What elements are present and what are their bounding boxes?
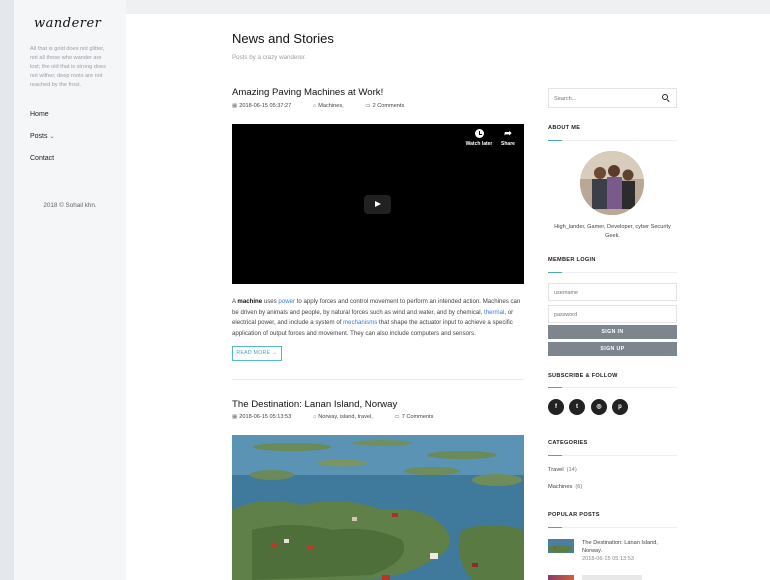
excerpt-bold: machine [237,298,263,305]
share-icon: ➦ [504,128,512,138]
popular-post-date: 2018-06-15 05:13:53 [582,556,634,562]
post-image-island[interactable] [232,435,524,580]
search-box[interactable] [548,88,677,108]
site-logo[interactable]: wanderer [34,16,101,31]
excerpt-text: uses [262,298,279,305]
island-photo [232,435,524,580]
nav-item-label: Posts [30,133,48,140]
excerpt-link-power[interactable]: power [278,298,295,305]
youtube-video[interactable]: Watch later ➦ Share [232,124,524,284]
search-input[interactable] [554,94,654,103]
copyright: 2018 © Sohail khn. [43,202,97,209]
instagram-icon[interactable]: ◎ [591,399,607,415]
post-date: ▦ 2018-06-15 05:37:27 [232,103,301,109]
site-tagline: All that is gold does not glitter, not a… [30,46,106,88]
popular-title: POPULAR POSTS [548,512,600,518]
post-tags[interactable]: ⌂ Machines, [313,103,354,109]
calendar-icon: ▦ [232,414,238,420]
popular-post-title[interactable]: The Destination: Lanan Island, Norway. [582,539,672,555]
post-title[interactable]: The Destination: Lanan Island, Norway [232,399,397,410]
post-date-text: 2018-06-15 05:13:53 [239,414,292,420]
chevron-down-icon: ⌄ [49,134,55,140]
login-title: MEMBER LOGIN [548,257,596,263]
twitter-icon[interactable]: t [569,399,585,415]
popular-post-title-2[interactable] [582,575,642,580]
main-nav: Home Posts ⌄ Contact [30,110,55,176]
popular-post-thumbnail-2[interactable] [548,575,574,580]
widget-divider [548,455,677,456]
post-date-text: 2018-06-15 05:37:27 [239,103,292,109]
page-edge [0,0,14,580]
post-comments[interactable]: ▭ 2 Comments [365,103,414,109]
share-label: Share [501,141,515,147]
category-machines[interactable]: Machines (6) [548,484,582,490]
password-input[interactable] [554,310,664,319]
watch-later-label: Watch later [465,141,493,147]
post-comments-text: 2 Comments [372,103,405,109]
nav-item-contact[interactable]: Contact [30,154,55,176]
play-button[interactable] [364,195,391,214]
follow-title: SUBSCRIBE & FOLLOW [548,373,618,379]
post-title[interactable]: Amazing Paving Machines at Work! [232,87,383,98]
nav-item-label: Home [30,111,49,118]
post-divider [232,379,524,380]
about-bio: High_lander, Gamer, Developer, cyber Sec… [554,224,671,239]
post-meta: ▦ 2018-06-15 05:13:53 ⌂ Norway, island, tr… [232,414,453,420]
post-comments-text: 7 Comments [401,414,434,420]
pinterest-icon[interactable]: p [612,399,628,415]
post-tags-text: Machines, [318,103,344,109]
tag-icon: ⌂ [312,103,317,109]
page-title: News and Stories [232,31,334,46]
sign-up-button[interactable]: SIGN UP [548,342,677,356]
post-comments[interactable]: ▭ 7 Comments [394,414,443,420]
comment-icon: ▭ [365,103,371,109]
watch-later-button[interactable]: Watch later [463,129,495,147]
post-meta: ▦ 2018-06-15 05:37:27 ⌂ Machines, ▭ 2 Comme… [232,103,424,109]
share-button[interactable]: ➦ Share [498,128,518,148]
post-excerpt: A machine uses power to apply forces and… [232,297,524,339]
widget-divider [548,387,677,388]
nav-item-home[interactable]: Home [30,110,55,132]
post-tags[interactable]: ⌂ Norway, island, travel, [313,414,383,420]
comment-icon: ▭ [394,414,400,420]
avatar [580,151,644,215]
excerpt-link-mechanisms[interactable]: mechanisms [343,319,377,326]
read-more-button[interactable]: READ MORE → [232,346,282,361]
avatar-photo [580,151,644,215]
left-sidebar: wanderer All that is gold does not glitt… [14,0,126,580]
tag-icon: ⌂ [312,414,317,420]
password-field[interactable] [548,305,677,323]
widget-divider [548,140,677,141]
about-title: ABOUT ME [548,125,581,131]
popular-thumb-image [548,539,574,553]
category-name: Travel [548,467,564,473]
main-content: News and Stories Posts by a crazy wander… [126,14,770,580]
excerpt-link-thermal[interactable]: thermal [484,309,504,316]
category-count: (14) [566,467,577,473]
page-subtitle: Posts by a crazy wanderer. [232,54,307,61]
post-date: ▦ 2018-06-15 05:13:53 [232,414,301,420]
facebook-icon[interactable]: f [548,399,564,415]
search-icon[interactable] [662,94,668,100]
popular-post-thumbnail[interactable] [548,539,574,553]
widget-divider [548,527,677,528]
categories-title: CATEGORIES [548,440,588,446]
username-field[interactable] [548,283,677,301]
category-travel[interactable]: Travel (14) [548,467,577,473]
nav-item-label: Contact [30,155,55,162]
clock-icon [474,129,484,138]
widget-divider [548,272,677,273]
nav-item-posts[interactable]: Posts ⌄ [30,132,55,154]
category-count: (6) [575,484,583,490]
sign-in-button[interactable]: SIGN IN [548,325,677,339]
category-name: Machines [548,484,573,490]
username-input[interactable] [554,288,664,297]
post-tags-text: Norway, island, travel, [318,414,373,420]
calendar-icon: ▦ [232,103,238,109]
